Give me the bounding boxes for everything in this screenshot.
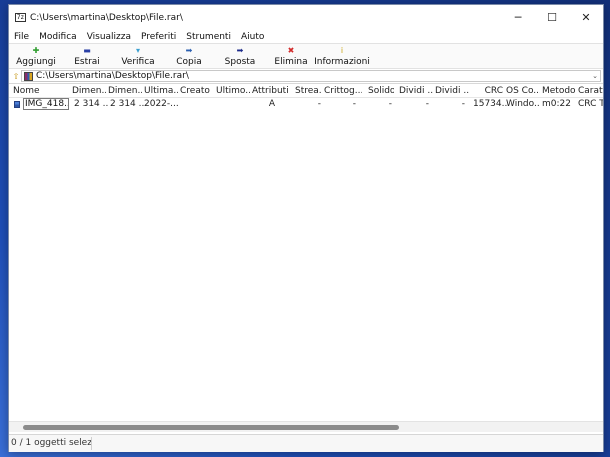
plus-icon: ✚ xyxy=(32,46,40,55)
scrollbar-thumb[interactable] xyxy=(23,425,399,430)
menu-file[interactable]: File xyxy=(9,32,34,42)
status-bar: 0 / 1 oggetti selezionati xyxy=(9,434,603,452)
col-header-caratteristiche[interactable]: Caratt xyxy=(578,85,603,98)
path-text[interactable]: C:\Users\martina\Desktop\File.rar\ xyxy=(36,71,189,81)
add-label: Aggiungi xyxy=(16,57,56,67)
col-header-os[interactable]: OS Co... xyxy=(506,85,540,98)
cell-crc: 15734... xyxy=(473,99,507,109)
menu-aiuto[interactable]: Aiuto xyxy=(236,32,269,42)
chevron-down-icon[interactable]: ⌄ xyxy=(592,72,598,80)
col-header-ultima-modifica[interactable]: Ultima... xyxy=(144,85,178,98)
menu-preferiti[interactable]: Preferiti xyxy=(136,32,181,42)
col-header-stream[interactable]: Strea... xyxy=(295,85,321,98)
cell-split-before: - xyxy=(425,99,429,109)
test-label: Verifica xyxy=(121,57,155,67)
check-icon: ▾ xyxy=(135,46,140,55)
col-header-crc[interactable]: CRC xyxy=(471,85,503,98)
info-label: Informazioni xyxy=(314,57,370,67)
delete-label: Elimina xyxy=(274,57,308,67)
minus-icon: ▬ xyxy=(83,46,91,55)
test-button[interactable]: ▾ Verifica xyxy=(113,44,163,69)
cell-characteristics: CRC T xyxy=(578,99,603,109)
col-header-dividi-2[interactable]: Dividi ... xyxy=(435,85,469,98)
info-button[interactable]: i Informazioni xyxy=(314,44,370,69)
status-selection-text: 0 / 1 oggetti selezionati xyxy=(11,437,92,450)
extract-label: Estrai xyxy=(74,57,100,67)
minimize-button[interactable]: ─ xyxy=(501,5,535,30)
col-header-solido[interactable]: Solido xyxy=(368,85,394,98)
cell-accessed xyxy=(216,98,250,111)
cell-packed-size: 2 314 ... xyxy=(110,99,144,109)
col-header-ultimo-accesso[interactable]: Ultimo... xyxy=(216,85,250,98)
col-header-nome[interactable]: Nome xyxy=(13,85,67,98)
7zip-app-icon: 7z xyxy=(15,13,26,22)
move-button[interactable]: ➡ Sposta xyxy=(215,44,265,69)
cell-size: 2 314 ... xyxy=(74,99,108,109)
cell-split-after: - xyxy=(461,99,465,109)
cell-modified: 2022-... xyxy=(144,99,178,109)
close-button[interactable]: ✕ xyxy=(569,5,603,30)
cell-name[interactable]: IMG_418... xyxy=(23,98,69,110)
col-header-creato[interactable]: Creato xyxy=(180,85,214,98)
add-button[interactable]: ✚ Aggiungi xyxy=(11,44,61,69)
rar-archive-icon xyxy=(24,71,33,81)
col-header-dimensione[interactable]: Dimen... xyxy=(72,85,106,98)
delete-x-icon: ✖ xyxy=(287,46,295,55)
col-header-attributi[interactable]: Attributi xyxy=(252,85,292,98)
cell-attributes: A xyxy=(268,99,276,109)
menu-bar: File Modifica Visualizza Preferiti Strum… xyxy=(9,30,603,43)
move-label: Sposta xyxy=(224,57,256,67)
toolbar: ✚ Aggiungi ▬ Estrai ▾ Verifica ➡ Copia ➡… xyxy=(9,43,603,69)
cell-method: m0:22 xyxy=(542,99,571,109)
copy-arrow-icon: ➡ xyxy=(185,46,193,55)
move-arrow-icon: ➡ xyxy=(236,46,244,55)
cell-stream: - xyxy=(317,99,321,109)
delete-button[interactable]: ✖ Elimina xyxy=(266,44,316,69)
horizontal-scrollbar[interactable] xyxy=(9,421,603,432)
cell-created xyxy=(180,98,214,111)
menu-strumenti[interactable]: Strumenti xyxy=(181,32,236,42)
column-header-row: Nome Dimen... Dimen... Ultima... Creato … xyxy=(9,85,603,98)
info-icon: i xyxy=(340,46,344,55)
col-header-metodo[interactable]: Metodo xyxy=(542,85,576,98)
image-file-icon xyxy=(14,101,20,108)
col-header-crittografato[interactable]: Crittog... xyxy=(324,85,362,98)
menu-modifica[interactable]: Modifica xyxy=(34,32,82,42)
copy-button[interactable]: ➡ Copia xyxy=(164,44,214,69)
path-combobox[interactable]: C:\Users\martina\Desktop\File.rar\ ⌄ xyxy=(21,70,601,82)
window-title: C:\Users\martina\Desktop\File.rar\ xyxy=(30,12,183,23)
address-bar: ⇧ C:\Users\martina\Desktop\File.rar\ ⌄ xyxy=(9,69,603,84)
menu-visualizza[interactable]: Visualizza xyxy=(82,32,136,42)
col-header-dimensione-compressa[interactable]: Dimen... xyxy=(108,85,142,98)
cell-solid: - xyxy=(388,99,392,109)
cell-host-os: Windo... xyxy=(506,99,540,109)
archive-window: 7z C:\Users\martina\Desktop\File.rar\ ─ … xyxy=(8,4,604,452)
cell-encrypted: - xyxy=(352,99,356,109)
title-bar: 7z C:\Users\martina\Desktop\File.rar\ ─ … xyxy=(9,5,603,30)
maximize-button[interactable]: ☐ xyxy=(535,5,569,30)
col-header-dividi-1[interactable]: Dividi ... xyxy=(399,85,433,98)
copy-label: Copia xyxy=(176,57,202,67)
table-row[interactable]: IMG_418... 2 314 ... 2 314 ... 2022-... … xyxy=(9,98,603,111)
folder-up-icon[interactable]: ⇧ xyxy=(11,72,21,81)
extract-button[interactable]: ▬ Estrai xyxy=(62,44,112,69)
